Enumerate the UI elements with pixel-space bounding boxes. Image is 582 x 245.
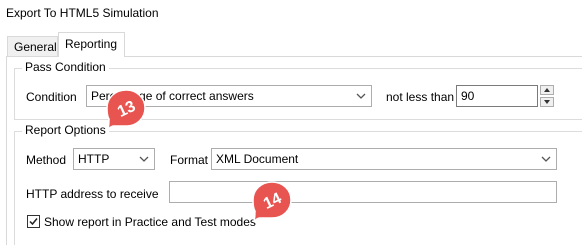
show-report-label: Show report in Practice and Test modes	[44, 215, 256, 229]
triangle-up-icon	[544, 88, 550, 92]
condition-label: Condition	[26, 90, 77, 104]
spin-down-button[interactable]	[540, 97, 554, 107]
tab-reporting-label: Reporting	[65, 37, 118, 51]
method-label: Method	[26, 153, 67, 167]
method-dropdown[interactable]: HTTP	[73, 148, 155, 170]
format-dropdown[interactable]: XML Document	[211, 148, 557, 170]
not-less-than-input[interactable]: 90	[456, 85, 538, 107]
chevron-down-icon	[356, 93, 366, 99]
chevron-down-icon	[139, 156, 149, 162]
title-bar: Export To HTML5 Simulation	[0, 0, 582, 26]
http-address-input[interactable]	[169, 181, 557, 203]
tab-general-label: General	[14, 40, 57, 54]
tab-general[interactable]: General	[7, 36, 58, 56]
callout-badge-13: 13	[106, 89, 146, 130]
not-less-than-spinner[interactable]	[540, 85, 554, 107]
not-less-than-value: 90	[461, 89, 475, 103]
report-options-group-label: Report Options	[22, 123, 109, 137]
spin-up-button[interactable]	[540, 85, 554, 95]
triangle-down-icon	[544, 100, 550, 104]
not-less-than-label: not less than	[386, 90, 455, 104]
chevron-down-icon	[541, 156, 551, 162]
http-address-label: HTTP address to receive	[26, 187, 159, 201]
tab-strip: General Reporting	[0, 32, 582, 57]
show-report-checkbox[interactable]	[27, 215, 40, 228]
checkmark-icon	[29, 218, 38, 226]
format-dropdown-value: XML Document	[216, 152, 299, 166]
method-dropdown-value: HTTP	[78, 152, 110, 166]
window-title: Export To HTML5 Simulation	[6, 6, 159, 20]
tab-reporting[interactable]: Reporting	[58, 32, 125, 57]
pass-condition-group-label: Pass Condition	[22, 60, 109, 74]
export-dialog: Export To HTML5 Simulation General Repor…	[0, 0, 582, 245]
format-label: Format	[170, 153, 209, 167]
callout-badge-14: 14	[252, 181, 292, 222]
